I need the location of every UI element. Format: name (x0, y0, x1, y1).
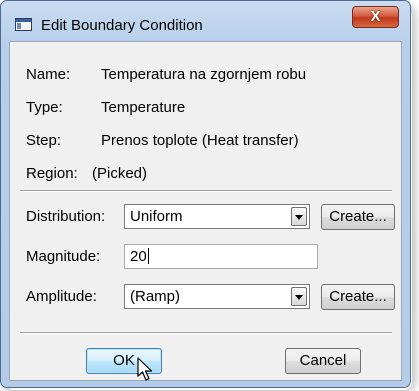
close-button[interactable]: X (352, 6, 399, 28)
distribution-value: Uniform (130, 208, 183, 225)
text-caret (147, 248, 149, 264)
separator-top (20, 190, 392, 192)
separator-bottom (20, 332, 392, 334)
magnitude-value: 20 (130, 248, 147, 265)
region-label: Region: (26, 165, 78, 182)
magnitude-input[interactable]: 20 (124, 244, 318, 269)
dialog-body: Name: Temperatura na zgornjem robu Type:… (9, 41, 402, 381)
region-value: (Picked) (92, 165, 148, 182)
dialog-title: Edit Boundary Condition (41, 17, 203, 34)
amplitude-create-button[interactable]: Create... (321, 284, 395, 310)
step-value: Prenos toplote (Heat transfer) (101, 132, 299, 149)
close-icon: X (370, 8, 381, 25)
dialog-window: Edit Boundary Condition X Name: Temperat… (0, 0, 411, 388)
type-label: Type: (26, 99, 63, 116)
name-value: Temperatura na zgornjem robu (101, 66, 307, 83)
chevron-down-icon[interactable] (291, 287, 307, 306)
magnitude-label: Magnitude: (26, 248, 101, 265)
step-label: Step: (26, 132, 62, 149)
amplitude-value: (Ramp) (130, 288, 181, 305)
amplitude-label: Amplitude: (26, 288, 97, 305)
distribution-select[interactable]: Uniform (124, 204, 310, 229)
window-icon (15, 18, 32, 31)
name-label: Name: (26, 66, 71, 83)
distribution-create-button[interactable]: Create... (321, 204, 395, 230)
type-value: Temperature (101, 99, 186, 116)
chevron-down-icon[interactable] (291, 207, 307, 226)
mouse-pointer-icon (137, 357, 153, 381)
distribution-label: Distribution: (26, 208, 106, 225)
cancel-button[interactable]: Cancel (285, 348, 361, 374)
amplitude-select[interactable]: (Ramp) (124, 284, 310, 309)
title-bar[interactable]: Edit Boundary Condition X (1, 1, 410, 41)
